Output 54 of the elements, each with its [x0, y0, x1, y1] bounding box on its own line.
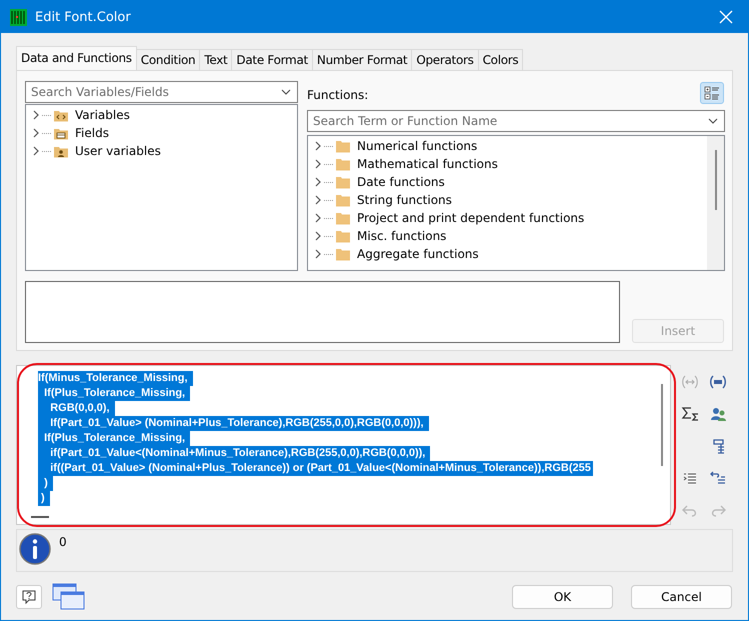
field-brackets-icon[interactable]: [709, 373, 727, 391]
search-field[interactable]: Search Term or Function Name: [307, 110, 725, 132]
expand-chevron-icon[interactable]: [314, 231, 322, 241]
sum-icon[interactable]: [681, 405, 699, 423]
info-text: 0: [59, 534, 67, 549]
folder-icon: [335, 194, 351, 206]
line-marker: [31, 516, 49, 518]
ok-button[interactable]: OK: [512, 585, 613, 609]
expand-chevron-icon[interactable]: [314, 177, 322, 187]
expand-list-icon: [704, 85, 720, 101]
window-title: Edit Font.Color: [35, 10, 132, 24]
expand-chevron-icon[interactable]: [314, 195, 322, 205]
folder-person-icon: [53, 144, 69, 158]
folder-icon: [335, 248, 351, 260]
expand-chevron-icon[interactable]: [314, 141, 322, 151]
cancel-button[interactable]: Cancel: [631, 585, 732, 609]
dropdown-caret-icon[interactable]: [281, 89, 291, 95]
tree-item[interactable]: String functions: [357, 193, 452, 207]
help-icon: [21, 589, 37, 605]
tree-item[interactable]: Project and print dependent functions: [357, 211, 584, 225]
tree-item[interactable]: Aggregate functions: [357, 247, 479, 261]
folder-icon: [335, 212, 351, 224]
users-icon[interactable]: [709, 405, 727, 423]
tree-item[interactable]: Mathematical functions: [357, 157, 498, 171]
close-icon: [719, 10, 733, 24]
tree-item[interactable]: User variables: [75, 144, 161, 158]
tree-item[interactable]: Numerical functions: [357, 139, 478, 153]
view-toggle-button[interactable]: [700, 82, 724, 104]
search-field[interactable]: Search Variables/Fields: [25, 81, 298, 103]
folder-code-icon: [53, 108, 69, 122]
tab[interactable]: Colors: [478, 49, 524, 70]
scrollbar[interactable]: [707, 136, 724, 270]
windows-icon[interactable]: [52, 583, 86, 611]
expand-chevron-icon[interactable]: [32, 146, 40, 156]
folder-table-icon: [53, 126, 69, 140]
expand-chevron-icon[interactable]: [314, 249, 322, 259]
expand-chevron-icon[interactable]: [314, 213, 322, 223]
folder-icon: [335, 176, 351, 188]
expand-chevron-icon[interactable]: [32, 128, 40, 138]
folder-icon: [335, 158, 351, 170]
help-button[interactable]: [16, 585, 42, 609]
tree-item[interactable]: Fields: [75, 126, 109, 140]
expand-chevron-icon[interactable]: [32, 110, 40, 120]
dropdown-caret-icon[interactable]: [708, 118, 718, 124]
tab[interactable]: Data and Functions: [16, 46, 137, 70]
app-icon: [10, 8, 27, 26]
info-icon: [19, 533, 51, 565]
folder-icon: [335, 230, 351, 242]
functions-label: Functions:: [307, 87, 368, 102]
expand-chevron-icon[interactable]: [314, 159, 322, 169]
tree-item[interactable]: Date functions: [357, 175, 445, 189]
tree-item[interactable]: Misc. functions: [357, 229, 446, 243]
tree-item[interactable]: Variables: [75, 108, 130, 122]
folder-icon: [335, 140, 351, 152]
